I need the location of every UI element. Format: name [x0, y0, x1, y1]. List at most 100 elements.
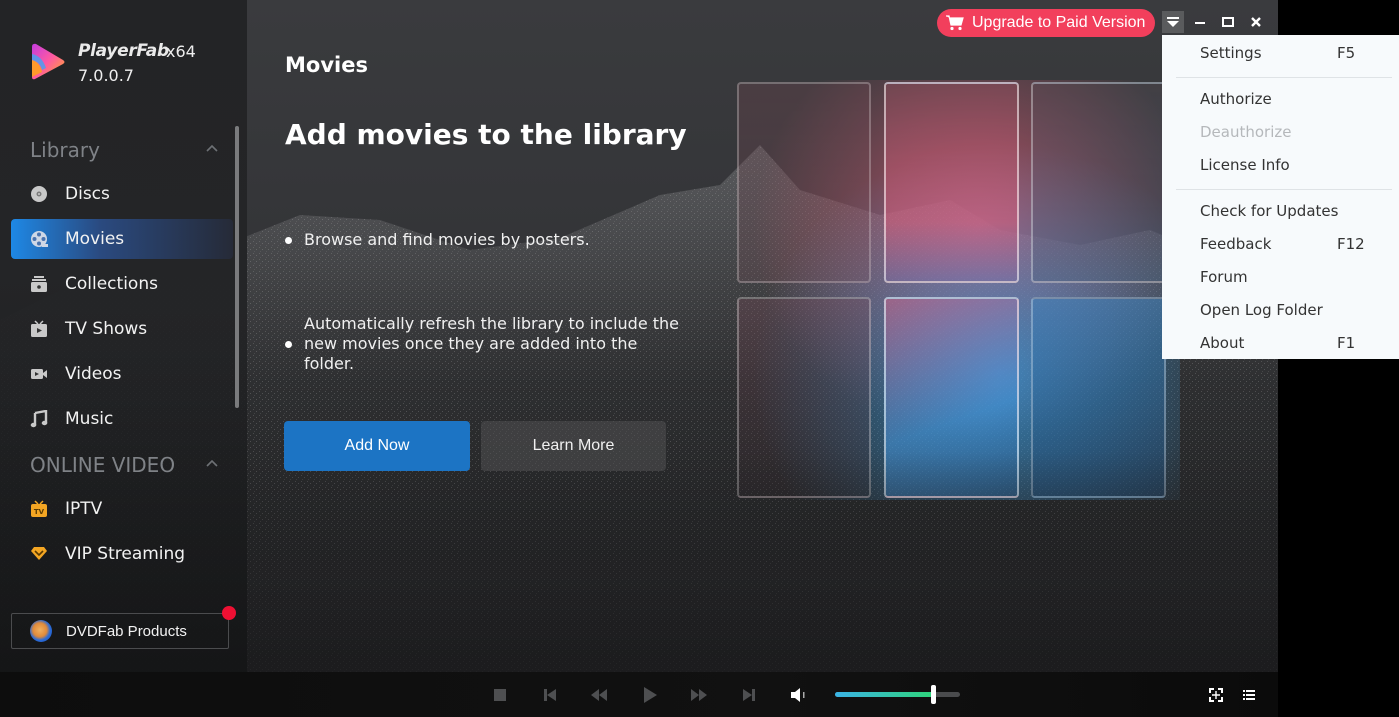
svg-text:TV: TV	[34, 508, 45, 516]
collection-box-icon	[29, 274, 49, 294]
menu-item-shortcut: F12	[1337, 235, 1365, 253]
skip-previous-icon	[544, 689, 556, 701]
volume-slider-thumb[interactable]	[930, 685, 936, 704]
sidebar-item-label: Movies	[65, 229, 125, 249]
menu-item-label: About	[1200, 334, 1245, 352]
chevron-up-icon[interactable]	[206, 142, 218, 154]
volume-slider-fill	[835, 692, 933, 697]
sidebar-item-iptv[interactable]: TV IPTV	[11, 489, 233, 529]
maximize-icon	[1222, 17, 1234, 27]
bullet-text: Automatically refresh the library to inc…	[304, 314, 680, 373]
next-button[interactable]	[740, 686, 758, 704]
menu-item-label: Open Log Folder	[1200, 301, 1323, 319]
learn-more-button[interactable]: Learn More	[481, 421, 666, 471]
close-icon	[1251, 17, 1261, 27]
menu-item-authorize[interactable]: Authorize	[1162, 84, 1399, 114]
app-brand-name: PlayerFab	[78, 41, 169, 61]
disc-icon	[29, 184, 49, 204]
close-button[interactable]	[1245, 11, 1267, 33]
rewind-button[interactable]	[590, 686, 608, 704]
maximize-button[interactable]	[1217, 11, 1239, 33]
sidebar-item-label: IPTV	[65, 499, 103, 519]
online-video-section-header[interactable]: ONLINE VIDEO	[30, 453, 175, 477]
playlist-icon	[1243, 690, 1255, 700]
menu-item-label: Feedback	[1200, 235, 1272, 253]
previous-button[interactable]	[541, 686, 559, 704]
fast-forward-icon	[691, 689, 707, 701]
film-reel-icon	[29, 229, 49, 249]
feature-bullet: Automatically refresh the library to inc…	[285, 314, 684, 374]
skip-next-icon	[743, 689, 755, 701]
sidebar-item-label: Videos	[65, 364, 122, 384]
tv-play-icon	[29, 319, 49, 339]
upgrade-label: Upgrade to Paid Version	[972, 14, 1146, 31]
app-version: 7.0.0.7	[78, 66, 134, 85]
sidebar-item-tv-shows[interactable]: TV Shows	[11, 309, 233, 349]
minimize-button[interactable]	[1189, 11, 1211, 33]
window-pane-top-right	[1031, 82, 1166, 283]
fullscreen-button[interactable]	[1207, 686, 1225, 704]
main-dropdown-menu: Settings F5 Authorize Deauthorize License In…	[1162, 35, 1399, 359]
mute-button[interactable]	[790, 686, 808, 704]
menu-separator	[1176, 77, 1392, 78]
menu-item-about[interactable]: About F1	[1162, 328, 1399, 358]
menu-item-shortcut: F5	[1337, 44, 1356, 62]
menu-item-open-log-folder[interactable]: Open Log Folder	[1162, 295, 1399, 325]
sidebar-item-discs[interactable]: Discs	[11, 174, 233, 214]
player-control-bar	[0, 672, 1278, 717]
stop-icon	[494, 689, 506, 701]
playlist-button[interactable]	[1240, 686, 1258, 704]
sidebar-scrollbar[interactable]	[235, 126, 239, 408]
menu-item-label: Settings	[1200, 44, 1262, 62]
bullet-dot	[285, 236, 292, 244]
menu-item-forum[interactable]: Forum	[1162, 262, 1399, 292]
shopping-cart-icon	[946, 15, 964, 31]
vip-diamond-icon	[29, 544, 49, 564]
sidebar: PlayerFab x64 7.0.0.7 Library Discs Movi…	[0, 0, 247, 672]
library-section-header[interactable]: Library	[30, 138, 100, 162]
rewind-icon	[591, 689, 607, 701]
sidebar-item-label: Discs	[65, 184, 110, 204]
minimize-icon	[1195, 22, 1205, 24]
page-title: Movies	[285, 53, 368, 77]
main-menu-button[interactable]	[1162, 11, 1184, 33]
menu-item-deauthorize: Deauthorize	[1162, 117, 1399, 147]
menu-separator	[1176, 189, 1392, 190]
music-note-icon	[29, 409, 49, 429]
fast-forward-button[interactable]	[690, 686, 708, 704]
menu-item-license-info[interactable]: License Info	[1162, 150, 1399, 180]
menu-item-label: License Info	[1200, 156, 1290, 174]
app-window: PlayerFab x64 7.0.0.7 Library Discs Movi…	[0, 0, 1278, 717]
menu-item-shortcut: F1	[1337, 334, 1356, 352]
window-pane-top-left	[737, 82, 871, 283]
sidebar-item-label: VIP Streaming	[65, 544, 186, 564]
sidebar-item-collections[interactable]: Collections	[11, 264, 233, 304]
bullet-dot	[285, 340, 292, 348]
sidebar-item-music[interactable]: Music	[11, 399, 233, 439]
menu-dropdown-icon	[1167, 17, 1179, 27]
sidebar-item-label: Collections	[65, 274, 158, 294]
video-camera-icon	[29, 364, 49, 384]
app-architecture: x64	[166, 42, 196, 61]
menu-item-feedback[interactable]: Feedback F12	[1162, 229, 1399, 259]
menu-item-check-for-updates[interactable]: Check for Updates	[1162, 196, 1399, 226]
menu-item-label: Deauthorize	[1200, 123, 1292, 141]
stop-button[interactable]	[491, 686, 509, 704]
menu-item-settings[interactable]: Settings F5	[1162, 38, 1399, 68]
dvdfab-products-button[interactable]: DVDFab Products	[11, 613, 229, 649]
sidebar-item-videos[interactable]: Videos	[11, 354, 233, 394]
dvdfab-logo-icon	[30, 620, 52, 642]
volume-slider[interactable]	[835, 692, 960, 697]
sidebar-item-movies[interactable]: Movies	[11, 219, 233, 259]
dvdfab-products-label: DVDFab Products	[66, 622, 187, 640]
add-now-button[interactable]: Add Now	[284, 421, 470, 471]
chevron-up-icon[interactable]	[206, 457, 218, 469]
upgrade-button[interactable]: Upgrade to Paid Version	[937, 9, 1155, 37]
sidebar-item-vip-streaming[interactable]: VIP Streaming	[11, 534, 233, 574]
playerfab-logo-icon	[32, 43, 65, 80]
menu-item-label: Check for Updates	[1200, 202, 1339, 220]
play-button[interactable]	[641, 686, 659, 704]
iptv-icon: TV	[29, 499, 49, 519]
fullscreen-icon	[1209, 688, 1223, 702]
window-pane-top-center	[884, 82, 1019, 283]
